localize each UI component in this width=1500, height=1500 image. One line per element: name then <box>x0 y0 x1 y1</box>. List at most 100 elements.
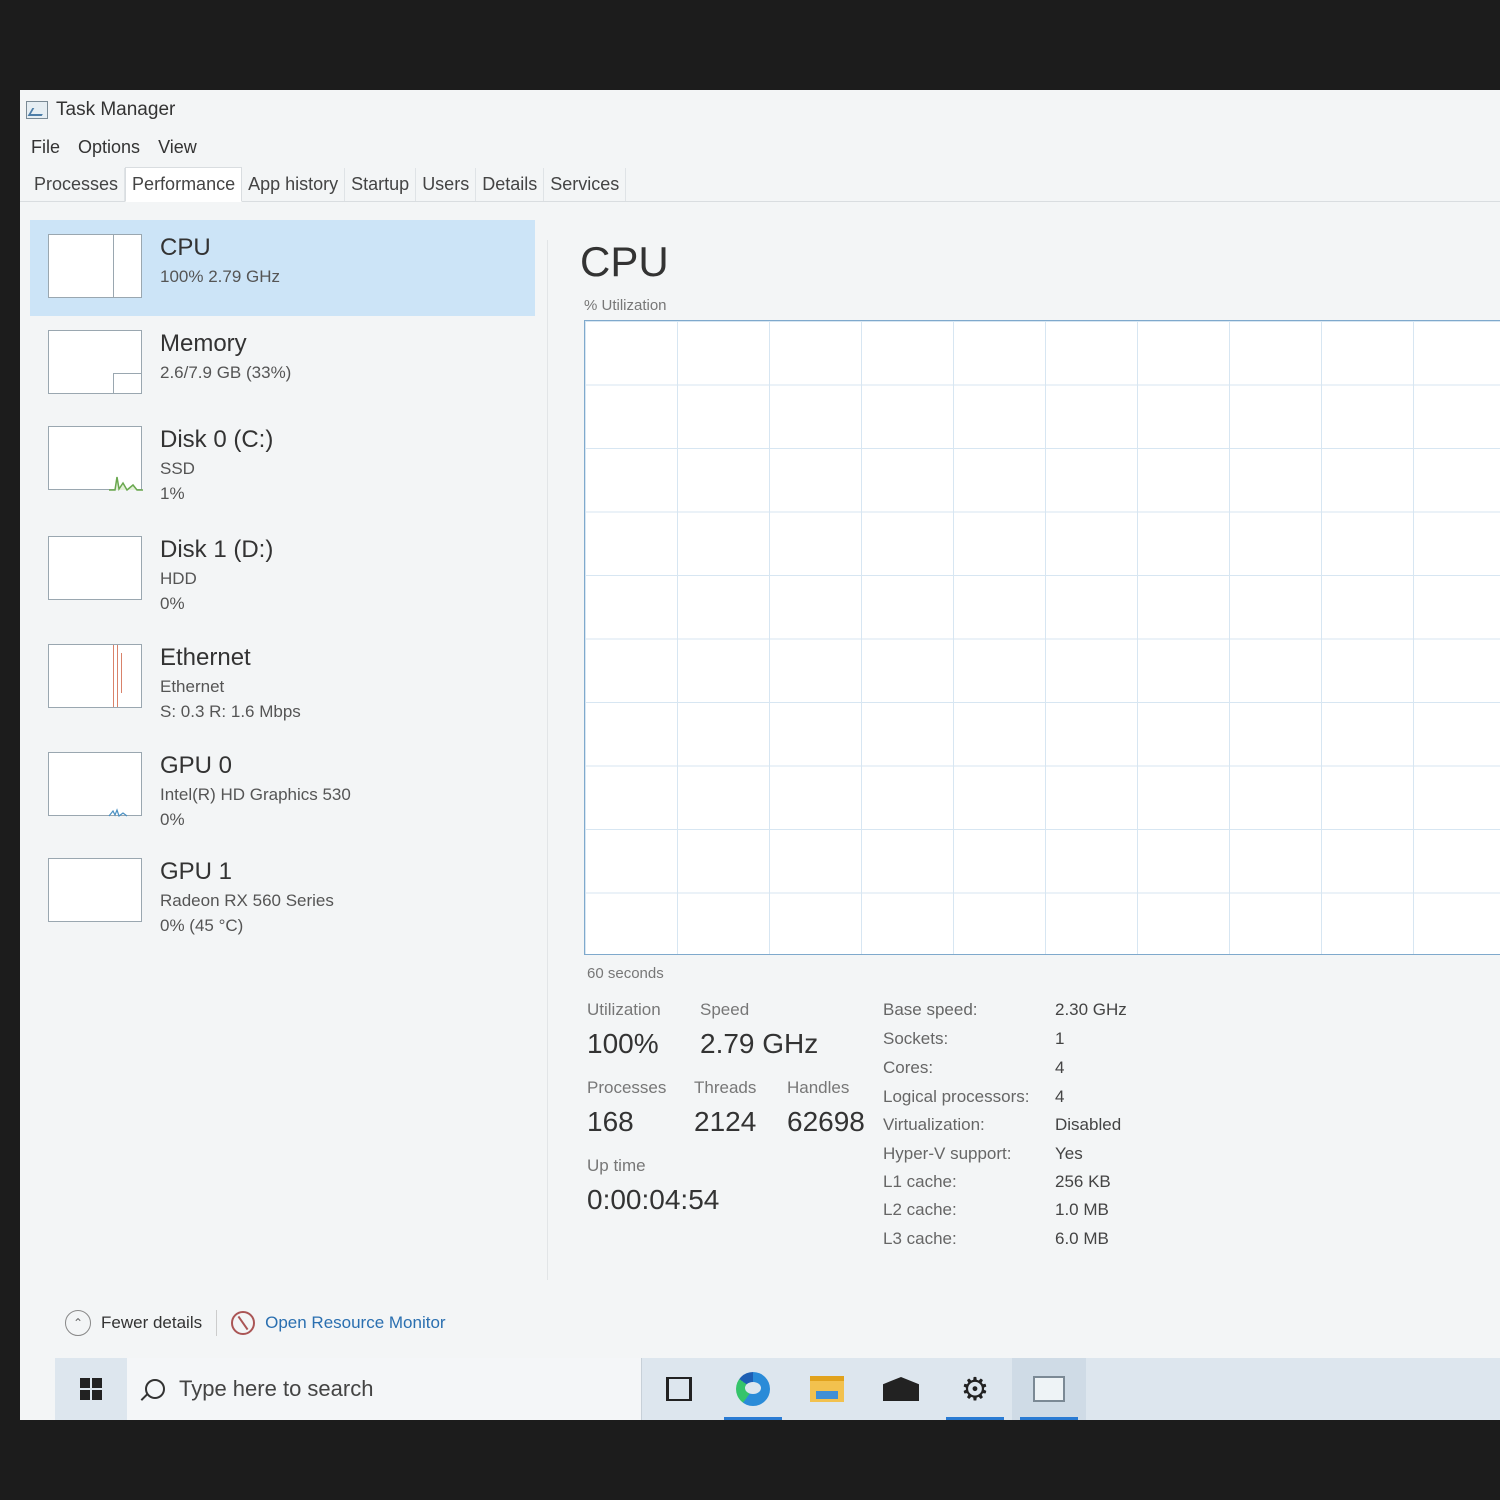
spec-value: 4 <box>1055 1058 1065 1077</box>
spec-label: Cores: <box>883 1058 934 1077</box>
taskbar: Type here to search ⚙ <box>55 1358 1500 1420</box>
uptime-value: 0:00:04:54 <box>587 1184 720 1215</box>
task-manager-icon <box>26 101 48 119</box>
sidebar-item-detail: Radeon RX 560 Series <box>160 891 334 910</box>
spec-label: Logical processors: <box>883 1087 1030 1106</box>
processes-label: Processes <box>587 1078 667 1097</box>
sidebar-item-detail: Intel(R) HD Graphics 530 <box>160 785 351 804</box>
sidebar-item-cpu[interactable]: CPU 100% 2.79 GHz <box>30 220 535 316</box>
utilization-value: 100% <box>587 1028 659 1059</box>
sidebar-item-detail: 2.6/7.9 GB (33%) <box>160 363 292 382</box>
uptime-label: Up time <box>587 1156 646 1175</box>
sidebar-item-disk-1[interactable]: Disk 1 (D:) HDD 0% <box>30 522 535 618</box>
sidebar-item-memory[interactable]: Memory 2.6/7.9 GB (33%) <box>30 316 535 412</box>
speed-label: Speed <box>700 1000 750 1019</box>
tab-app-history[interactable]: App history <box>242 168 346 201</box>
page-title: CPU <box>580 238 669 285</box>
sidebar-item-gpu-0[interactable]: GPU 0 Intel(R) HD Graphics 530 0% <box>30 738 535 834</box>
sidebar-item-detail-2: S: 0.3 R: 1.6 Mbps <box>160 702 301 721</box>
spec-label: L1 cache: <box>883 1172 957 1191</box>
memory-thumbnail-graph <box>48 330 142 394</box>
sidebar-item-ethernet[interactable]: Ethernet Ethernet S: 0.3 R: 1.6 Mbps <box>30 630 535 726</box>
cpu-utilization-graph <box>584 320 1500 955</box>
edge-icon[interactable] <box>716 1358 790 1420</box>
menu-bar: File Options View <box>20 132 197 162</box>
spec-value: Disabled <box>1055 1115 1122 1134</box>
gpu-1-thumbnail-graph <box>48 858 142 922</box>
spec-value: 256 KB <box>1055 1172 1111 1191</box>
sidebar-item-gpu-1[interactable]: GPU 1 Radeon RX 560 Series 0% (45 °C) <box>30 844 535 940</box>
tab-services[interactable]: Services <box>544 168 627 201</box>
tab-users[interactable]: Users <box>416 168 477 201</box>
taskbar-search-box[interactable]: Type here to search <box>127 1358 642 1420</box>
search-icon <box>145 1379 165 1399</box>
sidebar-item-title: Disk 0 (C:) <box>160 426 274 453</box>
spec-label: Virtualization: <box>883 1115 985 1134</box>
task-view-icon[interactable] <box>642 1358 716 1420</box>
chevron-up-icon[interactable]: ⌃ <box>65 1310 91 1336</box>
spec-value: 1.0 MB <box>1055 1200 1109 1219</box>
sidebar-item-detail: SSD <box>160 459 195 478</box>
threads-value: 2124 <box>694 1106 757 1137</box>
cpu-thumbnail-graph <box>48 234 142 298</box>
gpu-0-thumbnail-graph <box>48 752 142 817</box>
spec-label: L2 cache: <box>883 1200 957 1219</box>
utilization-label: Utilization <box>587 1000 661 1019</box>
speed-value: 2.79 GHz <box>700 1028 819 1059</box>
spec-value: 2.30 GHz <box>1055 1000 1127 1019</box>
sidebar-item-detail-2: 0% <box>160 810 185 829</box>
footer-bar: ⌃ Fewer details Open Resource Monitor <box>65 1310 446 1336</box>
fewer-details-button[interactable]: Fewer details <box>101 1313 202 1333</box>
sidebar-item-disk-0[interactable]: Disk 0 (C:) SSD 1% <box>30 412 535 508</box>
spec-value: 6.0 MB <box>1055 1229 1109 1248</box>
file-explorer-icon[interactable] <box>790 1358 864 1420</box>
menu-options[interactable]: Options <box>78 137 140 158</box>
handles-label: Handles <box>787 1078 850 1097</box>
spec-value: Yes <box>1055 1144 1083 1163</box>
sidebar-item-detail-2: 1% <box>160 484 185 503</box>
performance-sidebar: CPU 100% 2.79 GHz Memory 2.6/7.9 GB (33%… <box>30 220 540 1280</box>
spec-label: L3 cache: <box>883 1229 957 1248</box>
sidebar-item-title: Memory <box>160 330 247 357</box>
sidebar-item-detail-2: 0% (45 °C) <box>160 916 244 935</box>
sidebar-item-title: CPU <box>160 234 211 261</box>
ethernet-thumbnail-graph <box>48 644 142 708</box>
graph-time-label: 60 seconds <box>587 965 664 982</box>
tab-performance[interactable]: Performance <box>125 167 243 202</box>
sidebar-item-detail: HDD <box>160 569 197 588</box>
tab-bar: Processes Performance App history Startu… <box>20 167 1500 202</box>
spec-value: 4 <box>1055 1087 1065 1106</box>
tab-processes[interactable]: Processes <box>28 168 126 201</box>
sidebar-item-detail: Ethernet <box>160 677 225 696</box>
task-manager-window: Task Manager File Options View Processes… <box>20 90 1500 1420</box>
sidebar-item-title: Disk 1 (D:) <box>160 536 274 563</box>
settings-icon[interactable]: ⚙ <box>938 1358 1012 1420</box>
menu-view[interactable]: View <box>158 137 197 158</box>
spec-label: Base speed: <box>883 1000 978 1019</box>
window-title: Task Manager <box>56 99 176 120</box>
menu-file[interactable]: File <box>31 137 60 158</box>
panel-divider <box>547 240 548 1280</box>
spec-label: Hyper-V support: <box>883 1144 1012 1163</box>
threads-label: Threads <box>694 1078 757 1097</box>
sidebar-item-title: GPU 0 <box>160 752 233 779</box>
tab-details[interactable]: Details <box>476 168 545 201</box>
spec-label: Sockets: <box>883 1029 949 1048</box>
task-manager-taskbar-icon[interactable] <box>1012 1358 1086 1420</box>
mail-icon[interactable] <box>864 1358 938 1420</box>
spec-value: 1 <box>1055 1029 1065 1048</box>
open-resource-monitor-link[interactable]: Open Resource Monitor <box>265 1313 445 1333</box>
sidebar-item-title: GPU 1 <box>160 858 233 885</box>
windows-start-icon[interactable] <box>55 1358 127 1420</box>
disk-1-thumbnail-graph <box>48 536 142 600</box>
handles-value: 62698 <box>787 1106 865 1137</box>
graph-y-label: % Utilization <box>584 297 667 314</box>
disk-0-thumbnail-graph <box>48 426 143 491</box>
sidebar-item-title: Ethernet <box>160 644 251 671</box>
title-bar: Task Manager <box>20 90 1500 130</box>
tab-startup[interactable]: Startup <box>345 168 417 201</box>
resource-monitor-icon[interactable] <box>231 1311 256 1335</box>
sidebar-item-detail-2: 0% <box>160 594 185 613</box>
footer-divider <box>216 1310 218 1336</box>
sidebar-item-detail: 100% 2.79 GHz <box>160 267 281 286</box>
